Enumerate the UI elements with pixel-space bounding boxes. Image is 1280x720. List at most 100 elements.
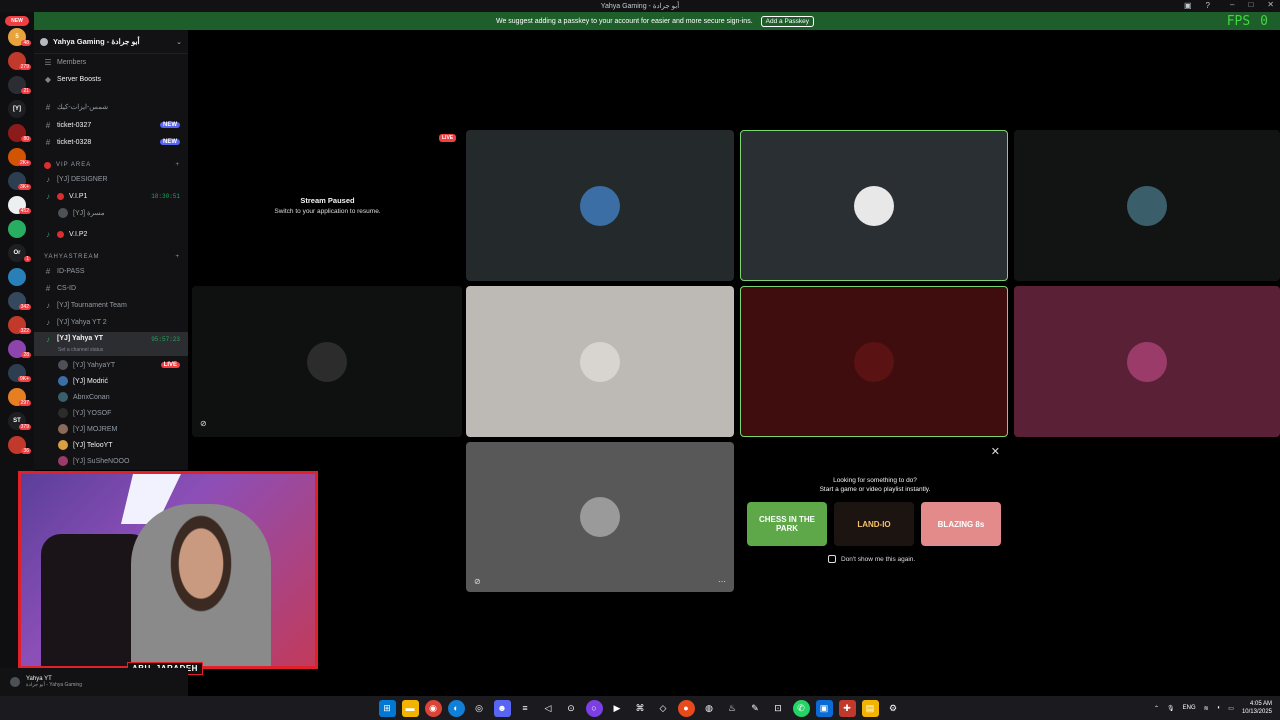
voice-vip1[interactable]: ♪ V.I.P1 18:30:51 [34,188,188,204]
channel-arabic[interactable]: # شمس-ايزات-كيك [34,99,188,115]
mute-icon[interactable]: ⊘ [200,419,207,428]
edge-icon[interactable]: ◐ [447,699,465,717]
hash-icon: # [45,266,51,276]
voice-yahya-yt[interactable]: ♪ [YJ] Yahya YT 95:57:23 Set a channel s… [34,332,188,356]
server-name: Yahya Gaming - أبو جرادة [53,37,140,46]
whatsapp-icon[interactable]: ✆ [792,699,810,717]
members-item[interactable]: ☰ Members [34,54,188,70]
app-icon[interactable]: ✎ [747,700,764,717]
voice-user[interactable]: [YJ] MOJREM [34,421,188,437]
start-icon[interactable]: ⊞ [378,699,396,717]
server-icon[interactable] [8,268,26,286]
voice-user[interactable]: [YJ] YOSOF [34,405,188,421]
voice-user[interactable]: [YJ] YahyaYT LIVE [34,357,188,373]
server-icon[interactable] [8,220,26,238]
obs-icon[interactable]: ◎ [471,700,488,717]
add-channel-icon[interactable]: + [175,254,180,260]
chevron-up-icon[interactable]: ⌃ [1154,705,1159,712]
more-options-icon[interactable]: ⋯ [718,577,726,586]
app-icon[interactable]: ◍ [701,700,718,717]
app-icon[interactable]: ▤ [861,699,879,717]
voice-user[interactable]: AbnxConan [34,389,188,405]
channel-ticket-0327[interactable]: # ticket-0327 NEW [34,117,188,133]
maximize-button[interactable]: □ [1248,0,1253,9]
chrome-icon[interactable]: ◉ [424,699,442,717]
battery-icon[interactable]: ▭ [1228,705,1234,712]
channel-ticket-0328[interactable]: # ticket-0328 NEW [34,134,188,150]
app-icon[interactable]: ⊙ [563,700,580,717]
app-icon[interactable]: ≡ [517,700,534,717]
channel-cs-id[interactable]: # CS-ID [34,280,188,296]
server-icon[interactable]: [Y] [8,100,26,118]
mic-icon[interactable]: 🎙 [1167,705,1175,712]
live-badge: LIVE [160,362,180,368]
participant-tile[interactable] [740,286,1008,437]
voice-tournament[interactable]: ♪ [YJ] Tournament Team [34,297,188,313]
participant-tile[interactable]: ⊘ ⋯ [466,442,734,592]
game-card-chess[interactable]: CHESS IN THE PARK [747,502,827,546]
close-button[interactable]: ✕ [1267,0,1274,9]
participant-tile[interactable] [466,130,734,281]
channel-id-pass[interactable]: # ID-PASS [34,263,188,279]
new-badge: NEW [160,139,180,145]
app-icon[interactable]: ⊡ [770,700,787,717]
clock[interactable]: 4:05 AM 10/13/2025 [1242,700,1272,716]
settings-icon[interactable]: ⚙ [885,700,902,717]
app-icon[interactable]: ⌘ [632,700,649,717]
app-icon[interactable]: ▶ [609,700,626,717]
server-icon [40,37,48,46]
voice-user[interactable]: [YJ] SuSheNOOO [34,453,188,469]
app-icon[interactable]: ○ [585,699,603,717]
voice-user[interactable]: [YJ] Modrić [34,373,188,389]
language-indicator[interactable]: ENG [1183,705,1196,711]
volume-icon[interactable]: ◖ [1217,705,1221,711]
user-panel[interactable]: Yahya YT أبو جرادة - Yahya Gaming [0,668,188,696]
voice-stage: Stream Paused Switch to your application… [190,30,1280,696]
capcut-icon[interactable]: ◁ [540,700,557,717]
steam-icon[interactable]: ♨ [724,700,741,717]
voice-designer[interactable]: ♪ [YJ] DESIGNER [34,171,188,187]
channel-status-hint[interactable]: Set a channel status [58,347,103,353]
file-explorer-icon[interactable]: ▬ [401,699,419,717]
add-channel-icon[interactable]: + [175,162,180,168]
dont-show-option[interactable]: Don't show me this again. [828,555,915,563]
channel-label: ID-PASS [57,267,85,275]
close-icon[interactable]: ✕ [991,445,1000,458]
avatar [58,360,68,370]
app-icon[interactable]: ▣ [815,699,833,717]
channel-label: [YJ] DESIGNER [57,175,108,183]
game-card-land-io[interactable]: LAND-IO [834,502,914,546]
app-icon[interactable]: ◇ [655,700,672,717]
app-icon[interactable]: ✚ [838,699,856,717]
server-boosts-item[interactable]: ◆ Server Boosts [34,71,188,87]
user-label: [YJ] SuSheNOOO [73,457,130,465]
chevron-down-icon[interactable]: ⌄ [176,38,182,46]
game-card-blazing-8s[interactable]: BLAZING 8s [921,502,1001,546]
wifi-icon[interactable]: ≋ [1204,705,1209,712]
system-tray: ⌃ 🎙 ENG ≋ ◖ ▭ 4:05 AM 10/13/2025 [1154,696,1272,720]
participant-tile[interactable] [740,130,1008,281]
mute-icon[interactable]: ⊘ [474,577,481,586]
help-icon[interactable]: ? [1206,1,1210,10]
app-icon[interactable]: ● [677,699,695,717]
participant-tile[interactable] [1014,130,1280,281]
participant-tile[interactable] [1014,286,1280,437]
category-label: YAHYASTREAM [44,254,100,260]
participant-tile[interactable] [192,286,462,437]
voice-vip2[interactable]: ♪ V.I.P2 [34,226,188,242]
avatar [58,376,68,386]
voice-user[interactable]: [YJ] مسرة [34,205,188,221]
unread-badge: 322 [18,328,31,334]
discord-icon[interactable]: ☻ [493,699,511,717]
server-header[interactable]: Yahya Gaming - أبو جرادة ⌄ [34,30,188,54]
checkbox[interactable] [828,555,836,563]
members-label: Members [57,58,87,66]
add-passkey-button[interactable]: Add a Passkey [760,15,815,27]
streamer-figure [131,504,271,666]
inbox-icon[interactable]: ▣ [1184,1,1192,10]
avatar[interactable] [10,677,20,687]
voice-yahya-yt-2[interactable]: ♪ [YJ] Yahya YT 2 [34,314,188,330]
minimize-button[interactable]: – [1230,0,1234,9]
participant-tile[interactable] [466,286,734,437]
voice-user[interactable]: [YJ] TelooYT [34,437,188,453]
